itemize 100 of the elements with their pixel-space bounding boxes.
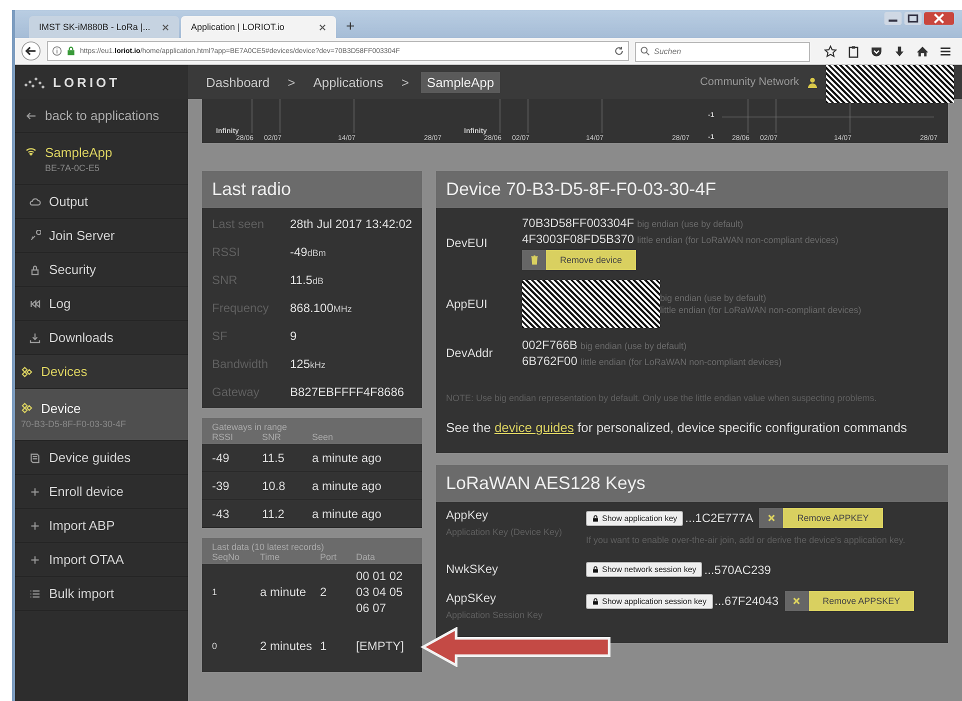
reload-icon[interactable] (614, 46, 624, 56)
table-cell-text: 11.2 (262, 506, 286, 520)
key-value: ...1C2E777A (685, 511, 754, 525)
close-icon (766, 513, 776, 523)
breadcrumb-link[interactable]: SampleApp (420, 72, 500, 92)
close-icon[interactable] (924, 12, 954, 25)
log-icon (29, 298, 41, 310)
field-label: DevAddr (446, 346, 494, 360)
hex-value: 70B3D58FF003304F (522, 216, 634, 230)
table-cell-text: -43 (212, 506, 230, 520)
lock-icon (66, 46, 76, 56)
table-cell-text: a minute ago (312, 450, 382, 464)
field-value: 28th Jul 2017 13:42:02 (290, 217, 412, 231)
home-icon[interactable] (916, 44, 929, 58)
browser-tab[interactable]: IMST SK-iM880B - LoRa |... (29, 16, 179, 38)
table-cell-text: 0 (212, 640, 218, 653)
column-header: Data (356, 552, 376, 562)
bulk-icon (29, 588, 41, 600)
remove-key-button[interactable]: Remove APPSKEY (784, 591, 914, 611)
breadcrumb-link[interactable]: Dashboard (200, 72, 276, 92)
remove-device-button[interactable]: Remove device (522, 250, 636, 270)
clipboard-icon[interactable] (847, 44, 860, 58)
key-label: AppKey (446, 508, 490, 522)
breadcrumb-separator: > (401, 74, 409, 90)
table-cell-text: 10.8 (262, 478, 286, 492)
maximize-icon[interactable] (904, 12, 922, 25)
table-cell-text: 00 01 02 03 04 05 06 07 (356, 568, 404, 616)
dots-logo-icon (23, 75, 47, 89)
close-icon[interactable] (162, 24, 169, 30)
search-icon (640, 46, 650, 56)
panel-title: LoRaWAN AES128 Keys (436, 465, 948, 502)
output-icon (29, 196, 41, 208)
column-header: SNR (262, 432, 282, 442)
hex-value: 002F766B (522, 338, 578, 352)
table-cell-text: 1 (212, 586, 218, 599)
table-cell-text: a minute (260, 584, 308, 600)
lock-icon (592, 566, 599, 573)
field-value: 9 (290, 329, 297, 343)
security-icon (29, 264, 41, 276)
info-icon[interactable] (52, 46, 62, 56)
key-value: ...570AC239 (704, 562, 771, 576)
table-cell-text: 2 (320, 584, 328, 600)
logo-text: LORIOT (53, 74, 120, 90)
sidebar-item[interactable]: Devices (15, 355, 188, 389)
trash-icon (530, 255, 538, 265)
field-value: -49dBm (290, 245, 326, 259)
panel-title: Gateways in range (212, 422, 288, 432)
field-label: AppEUI (446, 297, 488, 311)
lock-icon (592, 514, 599, 522)
network-label: Community Network (700, 76, 799, 88)
key-label: NwkSKey (446, 562, 500, 576)
column-header: RSSI (212, 432, 234, 442)
breadcrumb-link[interactable]: Applications (307, 72, 390, 92)
close-icon[interactable] (319, 24, 326, 30)
key-label: AppSKey (446, 591, 498, 605)
column-header: SeqNo (212, 552, 241, 562)
pocket-icon[interactable] (870, 44, 883, 58)
new-tab-button[interactable]: + (338, 18, 363, 38)
show-key-button[interactable]: Show application session key (586, 594, 713, 608)
field-value: 11.5dB (290, 273, 324, 287)
download-icon[interactable] (893, 44, 906, 58)
table-cell-text: a minute ago (312, 506, 382, 520)
minimize-icon[interactable] (884, 12, 902, 25)
menu-icon[interactable] (939, 44, 952, 58)
table-cell-text: 1 (320, 638, 328, 654)
plus-icon (29, 486, 41, 498)
search-field[interactable]: Suchen (635, 42, 810, 62)
table-cell-text: [EMPTY] (356, 638, 406, 654)
star-icon[interactable] (824, 44, 837, 58)
browser-tab[interactable]: Application | LORIOT.io (181, 16, 336, 38)
plus-icon (29, 554, 41, 566)
table-cell-text: a minute ago (312, 478, 382, 492)
device-guides-link[interactable]: device guides (494, 420, 574, 435)
back-arrow-icon (25, 110, 37, 122)
panel-title: Device 70-B3-D5-8F-F0-03-30-4F (436, 171, 948, 208)
downloads-icon (29, 332, 41, 344)
sidebar-item[interactable]: Device 70-B3-D5-8F-F0-03-30-4F (15, 389, 188, 441)
field-label: DevEUI (446, 236, 488, 250)
plus-icon (29, 520, 41, 532)
table-cell-text: -49 (212, 450, 230, 464)
breadcrumb-separator: > (288, 74, 296, 90)
lock-icon (592, 598, 599, 604)
hex-value: 6B762F00 (522, 354, 578, 368)
column-header: Seen (312, 432, 334, 442)
hex-value: 4F3003F08FD5B370 (522, 232, 634, 246)
back-icon[interactable] (21, 41, 41, 61)
field-value: B827EBFFFF4F8686 (290, 385, 404, 399)
table-cell-text: 2 minutes (260, 638, 314, 654)
show-key-button[interactable]: Show application key (586, 510, 684, 526)
field-value: 868.100MHz (290, 301, 352, 315)
panel-title: Last data (10 latest records) (212, 542, 326, 552)
show-key-button[interactable]: Show network session key (586, 562, 702, 577)
guide-sentence: See the device guides for personalized, device specific configuration commands (446, 420, 908, 435)
close-icon (792, 596, 802, 606)
column-header: Time (260, 552, 281, 562)
remove-key-button[interactable]: Remove APPKEY (759, 508, 883, 528)
user-icon[interactable] (807, 76, 818, 88)
panel-title: Last radio (202, 171, 422, 208)
key-value: ...67F24043 (714, 594, 779, 608)
column-header: Port (320, 552, 338, 562)
